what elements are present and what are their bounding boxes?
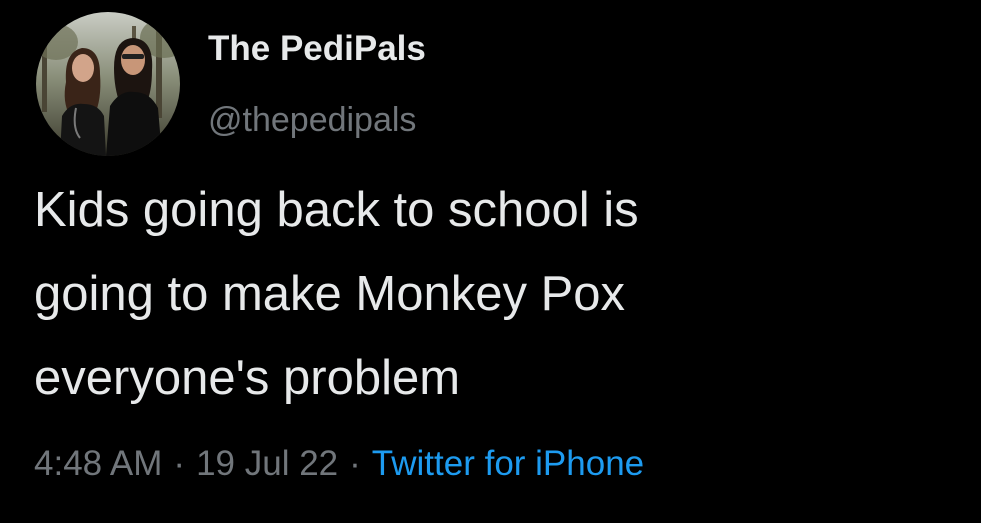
tweet-text-line: going to make Monkey Pox [34,267,626,321]
tweet-text: Kids going back to school is going to ma… [34,168,954,420]
tweet-text-line: Kids going back to school is [34,183,639,237]
tweet-date[interactable]: 19 Jul 22 [196,444,338,483]
meta-separator: · [173,444,186,483]
author-display-name[interactable]: The PediPals [208,28,426,70]
avatar[interactable] [36,12,180,156]
tweet-meta: 4:48 AM · 19 Jul 22 · Twitter for iPhone [34,443,644,485]
tweet-source-link[interactable]: Twitter for iPhone [372,444,644,483]
tweet-card: The PediPals @thepedipals Kids going bac… [0,0,981,523]
tweet-text-line: everyone's problem [34,351,461,405]
tweet-time[interactable]: 4:48 AM [34,444,162,483]
author-handle[interactable]: @thepedipals [208,100,416,141]
meta-separator: · [349,444,361,483]
